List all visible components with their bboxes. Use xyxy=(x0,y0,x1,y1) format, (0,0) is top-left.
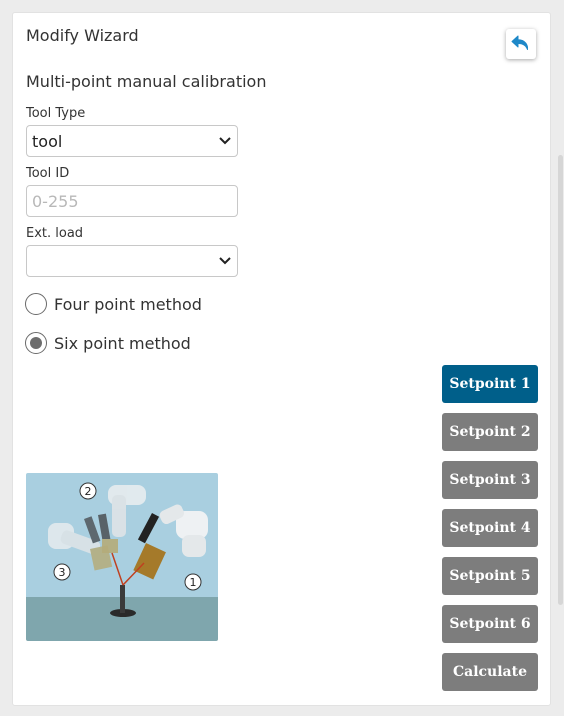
setpoint-4-button[interactable]: Setpoint 4 xyxy=(442,509,538,547)
tool-id-placeholder: 0-255 xyxy=(32,192,79,211)
wizard-title: Modify Wizard xyxy=(26,26,139,45)
tool-type-select[interactable]: tool xyxy=(26,125,238,157)
setpoint-3-button[interactable]: Setpoint 3 xyxy=(442,461,538,499)
tool-id-input[interactable]: 0-255 xyxy=(26,185,238,217)
marker-1: 1 xyxy=(190,576,197,589)
setpoint-5-button[interactable]: Setpoint 5 xyxy=(442,557,538,595)
chevron-down-icon xyxy=(219,137,231,145)
scrollbar-track[interactable] xyxy=(556,0,564,716)
setpoint-2-button[interactable]: Setpoint 2 xyxy=(442,413,538,451)
wizard-panel: Modify Wizard Multi-point manual calibra… xyxy=(12,12,551,706)
setpoint-6-button[interactable]: Setpoint 6 xyxy=(442,605,538,643)
six-point-method-radio[interactable]: Six point method xyxy=(25,330,191,356)
setpoint-1-button[interactable]: Setpoint 1 xyxy=(442,365,538,403)
tool-type-label: Tool Type xyxy=(26,106,86,121)
calculate-button[interactable]: Calculate xyxy=(442,653,538,691)
radio-button-checked[interactable] xyxy=(25,332,47,354)
undo-arrow-icon xyxy=(511,35,529,50)
calibration-heading: Multi-point manual calibration xyxy=(26,72,267,91)
four-point-method-radio[interactable]: Four point method xyxy=(25,291,202,317)
scrollbar-thumb[interactable] xyxy=(558,155,563,605)
chevron-down-icon xyxy=(219,257,231,265)
tool-type-value: tool xyxy=(32,132,63,151)
radio-button-unchecked[interactable] xyxy=(25,293,47,315)
marker-3: 3 xyxy=(59,566,66,579)
calibration-illustration: 1 2 3 xyxy=(26,473,218,641)
four-point-method-label: Four point method xyxy=(54,294,202,314)
back-button[interactable] xyxy=(506,29,536,59)
ext-load-select[interactable] xyxy=(26,245,238,277)
ext-load-label: Ext. load xyxy=(26,226,84,241)
tool-id-label: Tool ID xyxy=(26,166,70,181)
robot-poses-image: 1 2 3 xyxy=(26,473,218,641)
marker-2: 2 xyxy=(85,485,92,498)
six-point-method-label: Six point method xyxy=(54,333,191,353)
